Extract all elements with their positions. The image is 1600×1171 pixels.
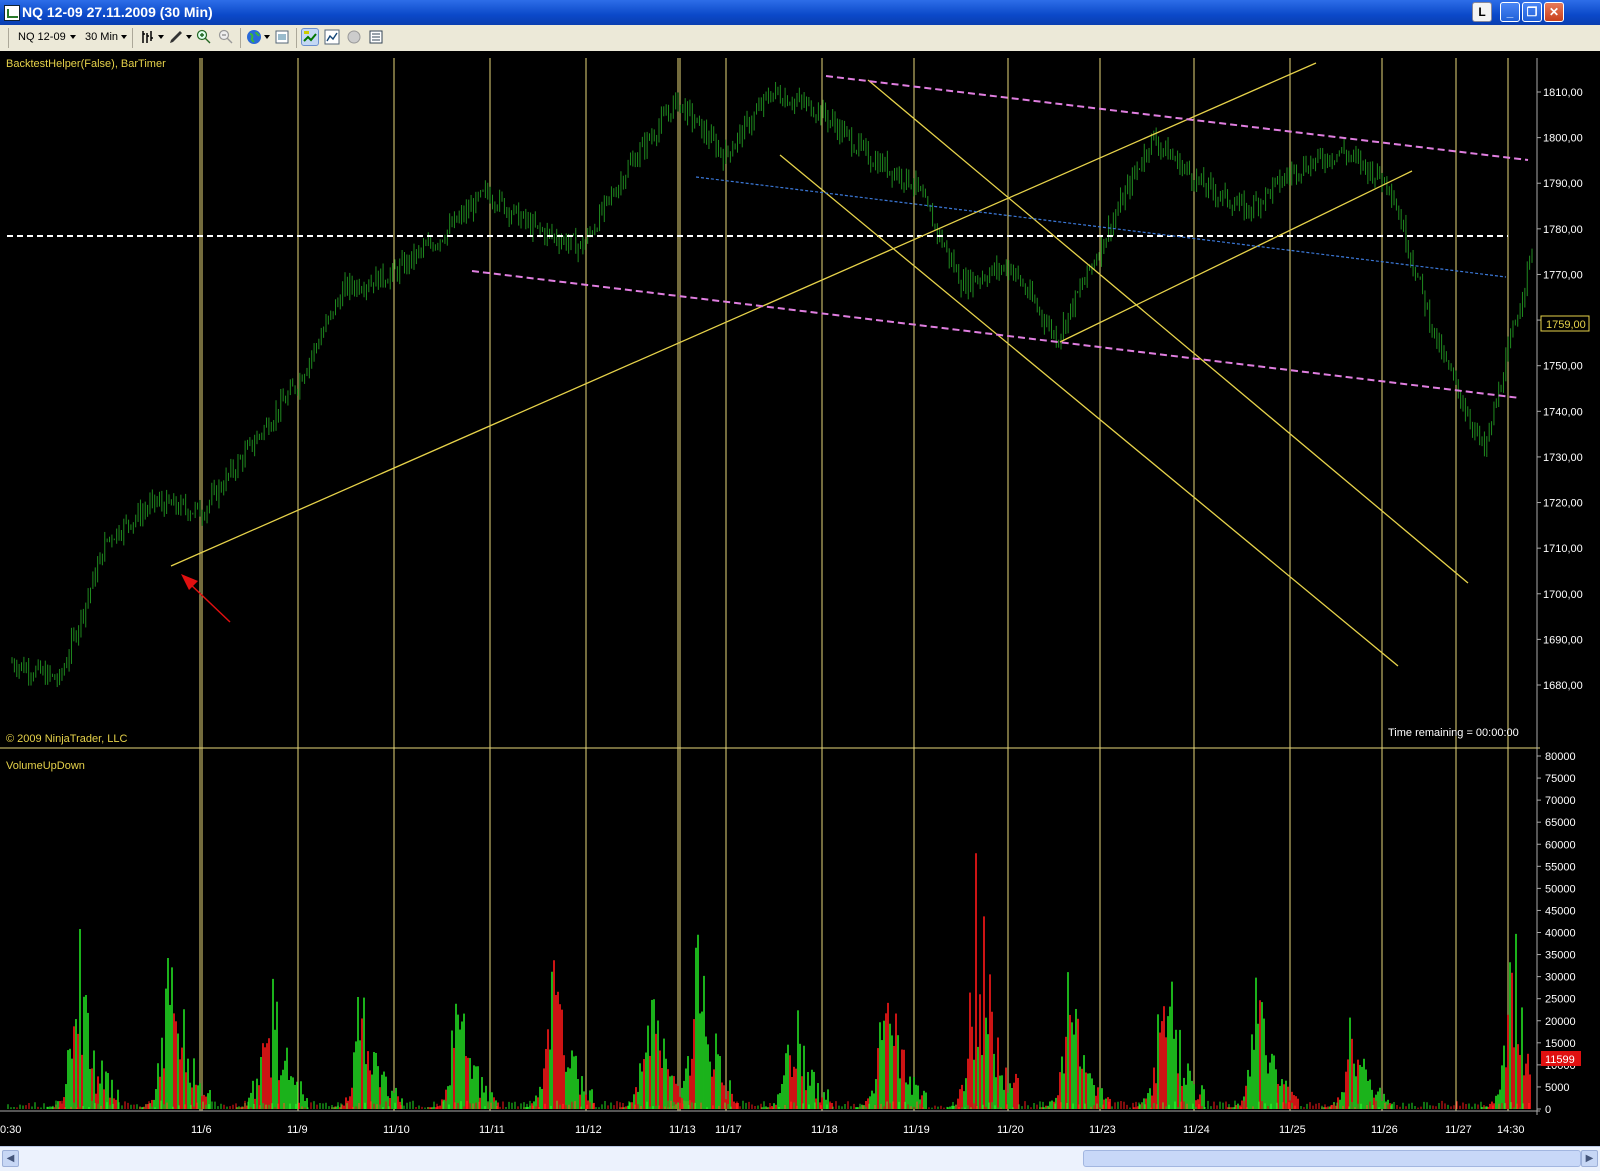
price-tick-label: 1780,00 [1543,224,1583,236]
scroll-thumb[interactable] [1083,1150,1581,1167]
indicators-icon[interactable] [324,29,340,45]
price-tick-label: 1770,00 [1543,269,1583,281]
volume-tick-label: 25000 [1545,994,1576,1006]
chart-trader-icon[interactable] [301,28,319,46]
price-tick-label: 1800,00 [1543,133,1583,145]
time-tick-label: 11/10 [383,1124,410,1136]
time-tick-label: 11/6 [191,1124,212,1136]
bar-type-dropdown-icon[interactable] [158,35,164,39]
instrument-selector[interactable]: NQ 12-09 [18,29,66,46]
properties-icon[interactable] [274,29,290,45]
time-tick-label: 11/24 [1183,1124,1210,1136]
volume-bars [7,853,1531,1109]
time-tick-label: 11/13 [669,1124,696,1136]
globe-icon[interactable] [246,29,262,45]
volume-panel-label: VolumeUpDown [6,760,85,772]
restore-button[interactable]: ❐ [1522,2,1542,22]
volume-tick-label: 30000 [1545,972,1576,984]
price-tick-label: 1700,00 [1543,589,1583,601]
time-tick-label: 11/17 [715,1124,742,1136]
time-tick-label: 0:30 [0,1124,21,1136]
drawing-tool-dropdown-icon[interactable] [186,35,192,39]
toolbar-grip [8,28,9,48]
time-tick-label: 11/19 [903,1124,930,1136]
price-tick-label: 1720,00 [1543,498,1583,510]
window-title: NQ 12-09 27.11.2009 (30 Min) [22,4,213,20]
drawing-tool-icon[interactable] [168,29,184,45]
close-button[interactable]: ✕ [1544,2,1564,22]
volume-tick-label: 35000 [1545,950,1576,962]
axes: 1810,001800,001790,001780,001770,001760,… [0,87,1583,1136]
price-tick-label: 1690,00 [1543,634,1583,646]
volume-tick-label: 15000 [1545,1038,1576,1050]
volume-tick-label: 0 [1545,1104,1551,1116]
volume-tick-label: 55000 [1545,861,1576,873]
trendline-channel[interactable] [1059,170,1413,343]
volume-tick-label: 45000 [1545,905,1576,917]
volume-tick-label: 60000 [1545,839,1576,851]
trendline-long[interactable] [170,62,1317,567]
scroll-left-button[interactable]: ◀ [2,1150,19,1167]
time-tick-label: 11/12 [575,1124,602,1136]
copyright-label: © 2009 NinjaTrader, LLC [6,733,127,745]
price-bars [11,81,1533,688]
volume-tick-label: 70000 [1545,795,1576,807]
channel-upper-line[interactable] [825,75,1529,161]
window-title-bar[interactable]: NQ 12-09 27.11.2009 (30 Min) L _ ❐ ✕ [0,0,1600,25]
horizontal-scrollbar[interactable]: ◀ ▶ [0,1146,1600,1171]
volume-tick-label: 5000 [1545,1082,1569,1094]
indicator-label: BacktestHelper(False), BarTimer [6,58,166,70]
time-remaining-label: Time remaining = 00:00:00 [1388,727,1519,739]
bar-type-icon[interactable] [140,29,156,45]
red-arrow-line [187,581,231,623]
time-tick-label: 11/23 [1089,1124,1116,1136]
chart-svg[interactable]: 1810,001800,001790,001780,001770,001760,… [0,51,1600,1146]
price-tick-label: 1750,00 [1543,361,1583,373]
time-tick-label: 11/26 [1371,1124,1398,1136]
price-tick-label: 1740,00 [1543,406,1583,418]
trendline-down-1[interactable] [779,154,1399,667]
price-tick-label: 1710,00 [1543,543,1583,555]
time-tick-label: 14:30 [1497,1124,1525,1136]
channel-lower-line[interactable] [471,270,1521,399]
interval-dropdown-icon[interactable] [121,35,127,39]
volume-tick-label: 65000 [1545,817,1576,829]
time-tick-label: 11/27 [1445,1124,1472,1136]
red-arrow-head-icon [181,574,198,590]
price-tick-label: 1790,00 [1543,178,1583,190]
toolbar-separator [296,28,297,48]
volume-tick-label: 75000 [1545,773,1576,785]
time-tick-label: 11/9 [287,1124,308,1136]
chart-toolbar: NQ 12-09 30 Min [0,25,1600,52]
price-tick-label: 1680,00 [1543,680,1583,692]
volume-tick-label: 40000 [1545,928,1576,940]
globe-dropdown-icon[interactable] [264,35,270,39]
minimize-button[interactable]: _ [1500,2,1520,22]
time-tick-label: 11/20 [997,1124,1024,1136]
chart-canvas[interactable]: 1810,001800,001790,001780,001770,001760,… [0,51,1600,1146]
zoom-out-icon[interactable] [218,29,234,45]
data-box-icon[interactable] [368,29,384,45]
last-price-label: 1759,00 [1546,319,1586,331]
volume-tick-label: 20000 [1545,1016,1576,1028]
zoom-in-icon[interactable] [196,29,212,45]
time-tick-label: 11/18 [811,1124,838,1136]
time-tick-label: 11/11 [479,1124,505,1136]
interval-selector[interactable]: 30 Min [85,29,118,46]
instrument-dropdown-icon[interactable] [70,35,76,39]
toolbar-separator [132,28,133,48]
drawing-objects[interactable] [7,62,1529,667]
link-button[interactable]: L [1472,2,1492,22]
volume-tick-label: 50000 [1545,883,1576,895]
toolbar-separator [240,28,241,48]
price-tick-label: 1810,00 [1543,87,1583,99]
volume-tick-label: 80000 [1545,751,1576,763]
price-tick-label: 1730,00 [1543,452,1583,464]
time-tick-label: 11/25 [1279,1124,1306,1136]
last-volume-label: 11599 [1545,1054,1575,1066]
strategy-icon[interactable] [346,29,362,45]
chart-app-icon [4,5,20,21]
scroll-right-button[interactable]: ▶ [1581,1150,1598,1167]
